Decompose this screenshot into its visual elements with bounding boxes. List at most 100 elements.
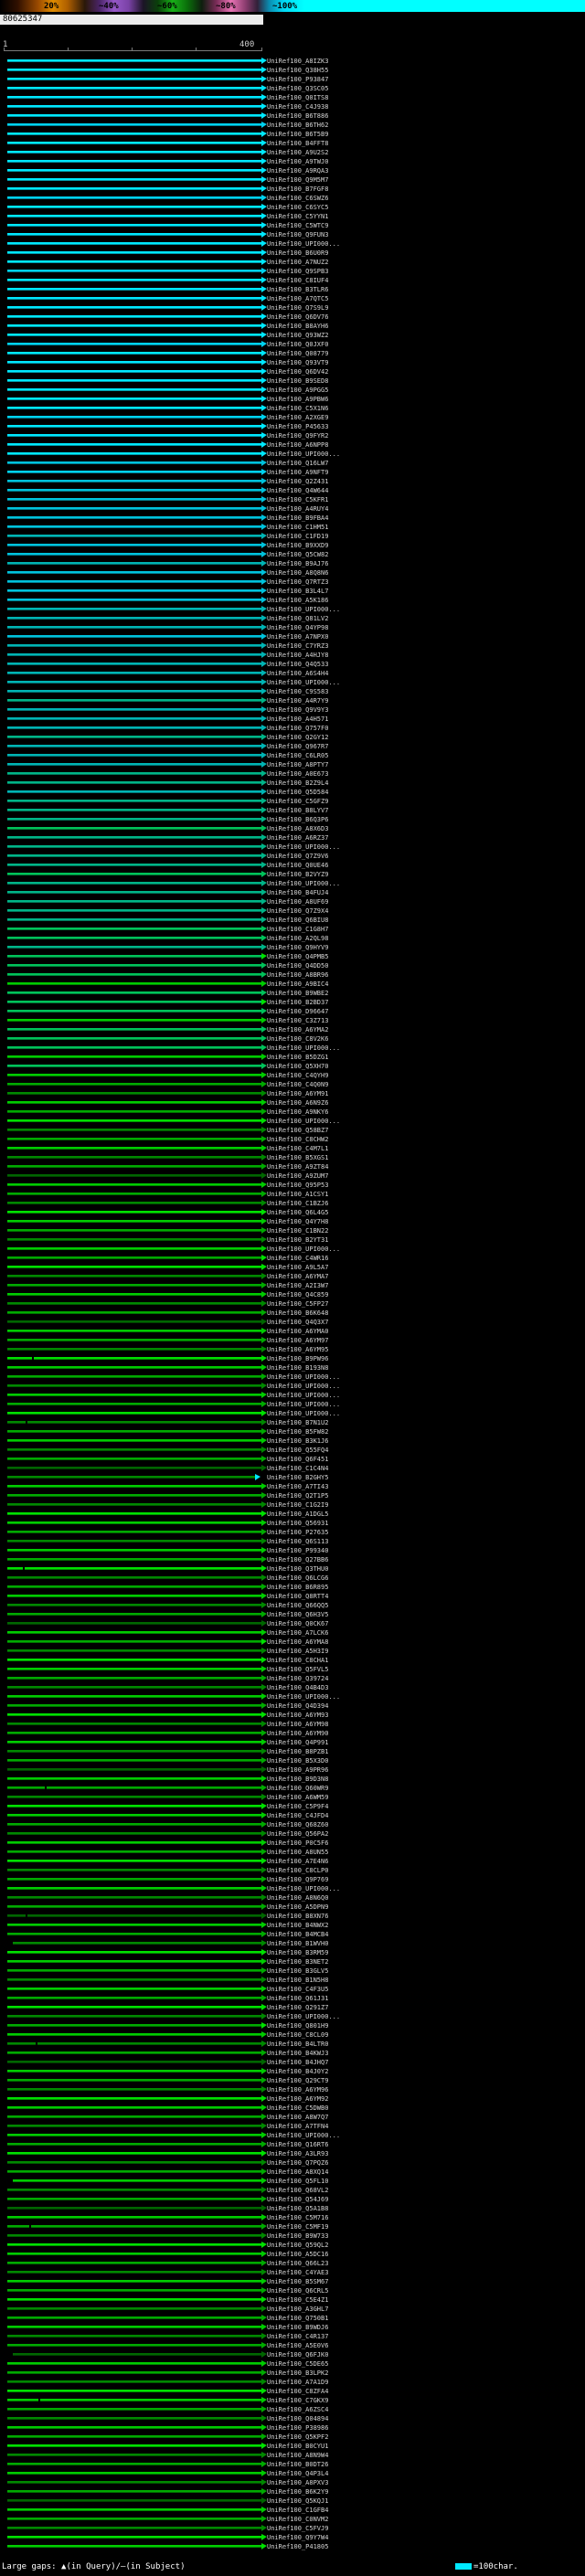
- alignment-row[interactable]: UniRef100_Q7Z9V6: [0, 852, 585, 861]
- alignment-row[interactable]: UniRef100_Q5FL10: [0, 2177, 585, 2186]
- alignment-row[interactable]: UniRef100_C4F3U5: [0, 1985, 585, 1994]
- alignment-row[interactable]: UniRef100_UPI000...: [0, 605, 585, 614]
- hit-label[interactable]: UniRef100_B9PW96: [267, 1355, 328, 1362]
- alignment-row[interactable]: UniRef100_A8UN55: [0, 1848, 585, 1857]
- hit-label[interactable]: UniRef100_Q6S113: [267, 1538, 328, 1545]
- hit-label[interactable]: UniRef100_C4Q0N9: [267, 1081, 328, 1088]
- alignment-row[interactable]: UniRef100_B9D3N8: [0, 1775, 585, 1784]
- hit-label[interactable]: UniRef100_Q2Z431: [267, 478, 328, 485]
- hit-label[interactable]: UniRef100_Q2GY12: [267, 734, 328, 741]
- hit-label[interactable]: UniRef100_UPI000...: [267, 2013, 340, 2020]
- alignment-row[interactable]: UniRef100_A5K186: [0, 596, 585, 605]
- alignment-row[interactable]: UniRef100_B8AYH6: [0, 322, 585, 331]
- alignment-row[interactable]: UniRef100_Q66L23: [0, 2259, 585, 2268]
- alignment-row[interactable]: UniRef100_Q4PMB5: [0, 952, 585, 961]
- hit-label[interactable]: UniRef100_Q56931: [267, 1520, 328, 1527]
- hit-label[interactable]: UniRef100_Q93WZ2: [267, 332, 328, 339]
- alignment-row[interactable]: UniRef100_Q4Q3X7: [0, 1318, 585, 1327]
- alignment-row[interactable]: UniRef100_B4J0Y2: [0, 2067, 585, 2076]
- hit-label[interactable]: UniRef100_A6WM59: [267, 1794, 328, 1801]
- alignment-row[interactable]: UniRef100_Q9M5M7: [0, 175, 585, 185]
- alignment-row[interactable]: UniRef100_Q9Y7W4: [0, 2533, 585, 2542]
- alignment-row[interactable]: UniRef100_B1N5H8: [0, 1976, 585, 1985]
- hit-label[interactable]: UniRef100_B9AJ76: [267, 560, 328, 567]
- hit-label[interactable]: UniRef100_A6YM90: [267, 1730, 328, 1737]
- hit-label[interactable]: UniRef100_Q4D394: [267, 1702, 328, 1710]
- hit-label[interactable]: UniRef100_Q2T1P5: [267, 1492, 328, 1500]
- hit-label[interactable]: UniRef100_C7YRZ3: [267, 642, 328, 650]
- alignment-row[interactable]: UniRef100_A7NPX0: [0, 632, 585, 641]
- hit-label[interactable]: UniRef100_Q4YP98: [267, 624, 328, 631]
- alignment-row[interactable]: UniRef100_A9NKY6: [0, 1108, 585, 1117]
- alignment-row[interactable]: UniRef100_A9PBW6: [0, 395, 585, 404]
- alignment-row[interactable]: UniRef100_UPI000...: [0, 2012, 585, 2021]
- alignment-row[interactable]: UniRef100_B9XXD9: [0, 541, 585, 550]
- alignment-row[interactable]: UniRef100_Q9FUN3: [0, 230, 585, 239]
- alignment-row[interactable]: UniRef100_A8Q8N6: [0, 568, 585, 578]
- alignment-row[interactable]: UniRef100_B9FBA4: [0, 514, 585, 523]
- hit-label[interactable]: UniRef100_Q7Z9X4: [267, 907, 328, 915]
- alignment-row[interactable]: UniRef100_A6YM95: [0, 1345, 585, 1354]
- hit-label[interactable]: UniRef100_UPI000...: [267, 1401, 340, 1408]
- alignment-row[interactable]: UniRef100_Q3THU0: [0, 1564, 585, 1574]
- alignment-row[interactable]: UniRef100_B8PZB1: [0, 1747, 585, 1756]
- alignment-row[interactable]: UniRef100_A8PXV3: [0, 2478, 585, 2487]
- alignment-row[interactable]: UniRef100_B5XGS1: [0, 1153, 585, 1162]
- alignment-row[interactable]: UniRef100_A2QL98: [0, 934, 585, 943]
- hit-label[interactable]: UniRef100_A9TWJ0: [267, 158, 328, 165]
- hit-label[interactable]: UniRef100_P99340: [267, 1547, 328, 1554]
- alignment-row[interactable]: UniRef100_C8CHW2: [0, 1135, 585, 1144]
- alignment-row[interactable]: UniRef100_B2YT31: [0, 1235, 585, 1245]
- hit-label[interactable]: UniRef100_Q04894: [267, 2415, 328, 2422]
- hit-label[interactable]: UniRef100_C5KFR1: [267, 496, 328, 504]
- hit-label[interactable]: UniRef100_Q81LV2: [267, 615, 328, 622]
- alignment-row[interactable]: UniRef100_A6N9Z6: [0, 1098, 585, 1108]
- alignment-row[interactable]: UniRef100_C8ZFA4: [0, 2387, 585, 2396]
- alignment-row[interactable]: UniRef100_Q16RT6: [0, 2140, 585, 2149]
- alignment-row[interactable]: UniRef100_Q4DD50: [0, 961, 585, 970]
- alignment-row[interactable]: UniRef100_B4FFT8: [0, 139, 585, 148]
- alignment-row[interactable]: UniRef100_B4MCB4: [0, 1930, 585, 1939]
- hit-label[interactable]: UniRef100_A8UN55: [267, 1849, 328, 1856]
- alignment-row[interactable]: UniRef100_C4Q0N9: [0, 1080, 585, 1089]
- hit-label[interactable]: UniRef100_Q6DV42: [267, 368, 328, 376]
- hit-label[interactable]: UniRef100_A3LR93: [267, 2150, 328, 2157]
- hit-label[interactable]: UniRef100_Q08779: [267, 350, 328, 357]
- alignment-row[interactable]: UniRef100_C5DE65: [0, 2359, 585, 2369]
- alignment-row[interactable]: UniRef100_Q16LW7: [0, 459, 585, 468]
- hit-label[interactable]: UniRef100_Q5D584: [267, 789, 328, 796]
- hit-label[interactable]: UniRef100_B6Q3P6: [267, 816, 328, 823]
- alignment-row[interactable]: UniRef100_B4FUJ4: [0, 888, 585, 897]
- alignment-row[interactable]: UniRef100_B6U0R9: [0, 249, 585, 258]
- alignment-row[interactable]: UniRef100_D96647: [0, 1007, 585, 1016]
- hit-label[interactable]: UniRef100_B3L4L7: [267, 588, 328, 595]
- alignment-row[interactable]: UniRef100_UPI000...: [0, 1117, 585, 1126]
- hit-label[interactable]: UniRef100_B9W733: [267, 2232, 328, 2240]
- hit-label[interactable]: UniRef100_A8UF69: [267, 898, 328, 906]
- alignment-row[interactable]: UniRef100_UPI000...: [0, 879, 585, 888]
- hit-label[interactable]: UniRef100_Q7PQZ6: [267, 2159, 328, 2167]
- hit-label[interactable]: UniRef100_A9BIC4: [267, 981, 328, 988]
- alignment-row[interactable]: UniRef100_Q7Z9X4: [0, 906, 585, 916]
- alignment-row[interactable]: UniRef100_UPI000...: [0, 1409, 585, 1418]
- hit-label[interactable]: UniRef100_Q5KPF2: [267, 2433, 328, 2441]
- hit-label[interactable]: UniRef100_UPI000...: [267, 451, 340, 458]
- alignment-row[interactable]: UniRef100_A6NPP8: [0, 440, 585, 450]
- alignment-row[interactable]: UniRef100_Q39724: [0, 1674, 585, 1683]
- hit-label[interactable]: UniRef100_Q61J31: [267, 1995, 328, 2002]
- hit-label[interactable]: UniRef100_B2YT31: [267, 1236, 328, 1244]
- hit-label[interactable]: UniRef100_C7GKX9: [267, 2397, 328, 2404]
- alignment-row[interactable]: UniRef100_C1HM51: [0, 523, 585, 532]
- alignment-row[interactable]: UniRef100_A8PTY7: [0, 760, 585, 769]
- alignment-row[interactable]: UniRef100_UPI000...: [0, 1382, 585, 1391]
- hit-label[interactable]: UniRef100_C4WR16: [267, 1255, 328, 1262]
- hit-label[interactable]: UniRef100_Q5CW82: [267, 551, 328, 558]
- hit-label[interactable]: UniRef100_B7N1U2: [267, 1419, 328, 1426]
- alignment-row[interactable]: UniRef100_A7TFN4: [0, 2122, 585, 2131]
- hit-label[interactable]: UniRef100_B0CYU1: [267, 2443, 328, 2450]
- hit-label[interactable]: UniRef100_C5GFZ9: [267, 798, 328, 805]
- alignment-row[interactable]: UniRef100_A6YMA0: [0, 1327, 585, 1336]
- alignment-row[interactable]: UniRef100_C5YYN1: [0, 212, 585, 221]
- hit-label[interactable]: UniRef100_A4HJY8: [267, 652, 328, 659]
- hit-label[interactable]: UniRef100_Q4PMB5: [267, 953, 328, 960]
